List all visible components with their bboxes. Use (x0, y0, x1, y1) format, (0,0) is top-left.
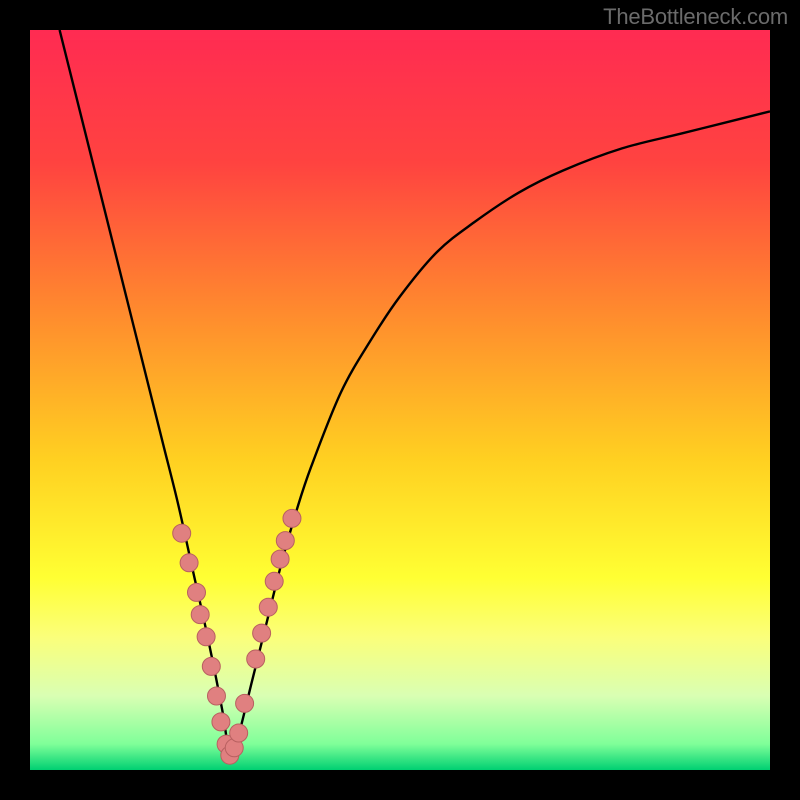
plot-area (30, 30, 770, 770)
watermark-label: TheBottleneck.com (603, 4, 788, 30)
chart-frame: TheBottleneck.com (0, 0, 800, 800)
background-gradient (30, 30, 770, 770)
